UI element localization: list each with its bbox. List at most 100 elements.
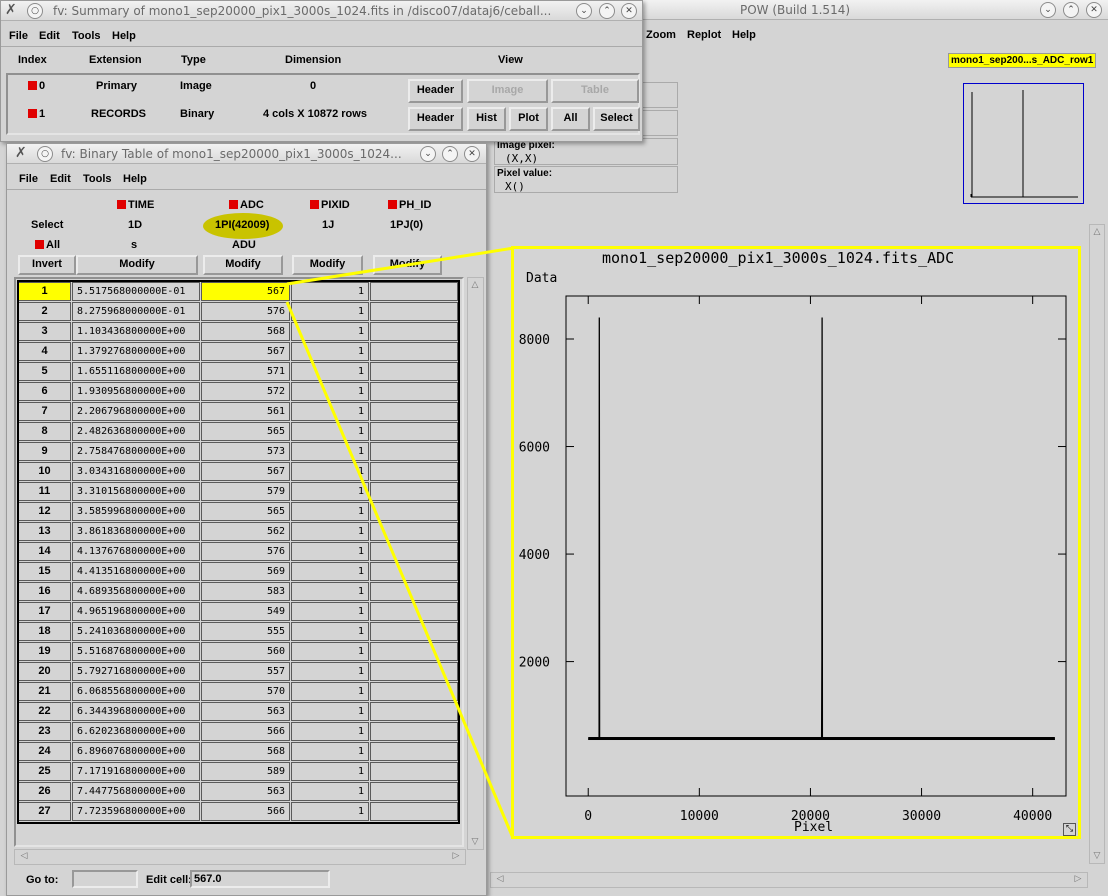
ph-id-cell[interactable] (370, 582, 458, 601)
time-cell[interactable]: 3.585996800000E+00 (72, 502, 200, 521)
ph-id-cell[interactable] (370, 422, 458, 441)
adc-cell[interactable]: 570 (201, 682, 290, 701)
menu-zoom[interactable]: Zoom (646, 29, 676, 41)
menu-help[interactable]: Help (123, 173, 147, 185)
row-number[interactable]: 19 (18, 642, 71, 661)
minimize-icon[interactable]: ⌄ (1040, 2, 1056, 18)
time-cell[interactable]: 5.241036800000E+00 (72, 622, 200, 641)
ph-id-cell[interactable] (370, 802, 458, 821)
plot-frame[interactable]: mono1_sep20000_pix1_3000s_1024.fits_ADC … (511, 246, 1081, 839)
thumbnail-label[interactable]: mono1_sep200...s_ADC_row1 (948, 53, 1097, 68)
hdu-row-0-index[interactable]: 0 (28, 80, 45, 92)
row-number[interactable]: 5 (18, 362, 71, 381)
hist-button[interactable]: Hist (467, 107, 506, 131)
adc-cell[interactable]: 566 (201, 802, 290, 821)
all-select[interactable]: All (35, 239, 60, 251)
time-cell[interactable]: 6.896076800000E+00 (72, 742, 200, 761)
row-number[interactable]: 7 (18, 402, 71, 421)
menu-help[interactable]: Help (732, 29, 756, 41)
adc-cell[interactable]: 555 (201, 622, 290, 641)
ph-id-cell[interactable] (370, 522, 458, 541)
adc-cell[interactable]: 567 (201, 282, 290, 301)
pixid-cell[interactable]: 1 (291, 782, 369, 801)
menu-replot[interactable]: Replot (687, 29, 721, 41)
pixid-cell[interactable]: 1 (291, 302, 369, 321)
scroll-left-icon[interactable]: ◁ (493, 874, 507, 884)
ph-id-cell[interactable] (370, 742, 458, 761)
pixid-cell[interactable]: 1 (291, 322, 369, 341)
menu-help[interactable]: Help (112, 30, 136, 42)
pixid-cell[interactable]: 1 (291, 762, 369, 781)
modify-time-button[interactable]: Modify (76, 255, 198, 275)
row-number[interactable]: 2 (18, 302, 71, 321)
time-cell[interactable]: 3.861836800000E+00 (72, 522, 200, 541)
scroll-left-icon[interactable]: ◁ (17, 851, 31, 861)
adc-cell[interactable]: 565 (201, 502, 290, 521)
all-button[interactable]: All (551, 107, 590, 131)
menu-file[interactable]: File (19, 173, 38, 185)
menu-file[interactable]: File (9, 30, 28, 42)
ph-id-cell[interactable] (370, 462, 458, 481)
pixid-cell[interactable]: 1 (291, 482, 369, 501)
row-number[interactable]: 16 (18, 582, 71, 601)
column-adc[interactable]: ADC (229, 199, 264, 211)
table-button-0[interactable]: Table (551, 79, 639, 103)
pixid-cell[interactable]: 1 (291, 362, 369, 381)
time-cell[interactable]: 4.413516800000E+00 (72, 562, 200, 581)
pow-vscrollbar[interactable]: △ ▽ (1089, 224, 1105, 864)
time-cell[interactable]: 7.171916800000E+00 (72, 762, 200, 781)
menu-edit[interactable]: Edit (50, 173, 71, 185)
table-hscrollbar[interactable]: ◁ ▷ (14, 849, 466, 865)
ph-id-cell[interactable] (370, 502, 458, 521)
row-number[interactable]: 3 (18, 322, 71, 341)
select-button[interactable]: Select (593, 107, 640, 131)
pixid-cell[interactable]: 1 (291, 382, 369, 401)
adc-cell[interactable]: 589 (201, 762, 290, 781)
adc-cell[interactable]: 567 (201, 462, 290, 481)
time-cell[interactable]: 5.517568000000E-01 (72, 282, 200, 301)
row-number[interactable]: 18 (18, 622, 71, 641)
ph-id-cell[interactable] (370, 342, 458, 361)
scroll-right-icon[interactable]: ▷ (449, 851, 463, 861)
row-number[interactable]: 8 (18, 422, 71, 441)
time-cell[interactable]: 7.723596800000E+00 (72, 802, 200, 821)
time-cell[interactable]: 3.310156800000E+00 (72, 482, 200, 501)
ph-id-cell[interactable] (370, 662, 458, 681)
time-cell[interactable]: 1.930956800000E+00 (72, 382, 200, 401)
adc-cell[interactable]: 557 (201, 662, 290, 681)
pixid-cell[interactable]: 1 (291, 442, 369, 461)
plot-button[interactable]: Plot (509, 107, 548, 131)
pixid-cell[interactable]: 1 (291, 342, 369, 361)
time-cell[interactable]: 3.034316800000E+00 (72, 462, 200, 481)
scroll-right-icon[interactable]: ▷ (1071, 874, 1085, 884)
close-icon[interactable]: ✕ (464, 146, 480, 162)
row-number[interactable]: 27 (18, 802, 71, 821)
ph-id-cell[interactable] (370, 722, 458, 741)
pixid-cell[interactable]: 1 (291, 422, 369, 441)
row-number[interactable]: 6 (18, 382, 71, 401)
scroll-up-icon[interactable]: △ (468, 280, 482, 290)
time-cell[interactable]: 5.516876800000E+00 (72, 642, 200, 661)
time-cell[interactable]: 8.275968000000E-01 (72, 302, 200, 321)
row-number[interactable]: 4 (18, 342, 71, 361)
menu-tools[interactable]: Tools (72, 30, 101, 42)
maximize-icon[interactable]: ⌃ (442, 146, 458, 162)
pixid-cell[interactable]: 1 (291, 402, 369, 421)
row-number[interactable]: 14 (18, 542, 71, 561)
ph-id-cell[interactable] (370, 282, 458, 301)
column-ph-id[interactable]: PH_ID (388, 199, 431, 211)
row-number[interactable]: 26 (18, 782, 71, 801)
row-number[interactable]: 9 (18, 442, 71, 461)
menu-tools[interactable]: Tools (83, 173, 112, 185)
time-cell[interactable]: 1.379276800000E+00 (72, 342, 200, 361)
scroll-down-icon[interactable]: ▽ (468, 837, 482, 847)
adc-cell[interactable]: 573 (201, 442, 290, 461)
time-cell[interactable]: 5.792716800000E+00 (72, 662, 200, 681)
time-cell[interactable]: 6.620236800000E+00 (72, 722, 200, 741)
pixid-cell[interactable]: 1 (291, 522, 369, 541)
ph-id-cell[interactable] (370, 442, 458, 461)
ph-id-cell[interactable] (370, 562, 458, 581)
adc-cell[interactable]: 563 (201, 782, 290, 801)
adc-cell[interactable]: 567 (201, 342, 290, 361)
adc-cell[interactable]: 563 (201, 702, 290, 721)
